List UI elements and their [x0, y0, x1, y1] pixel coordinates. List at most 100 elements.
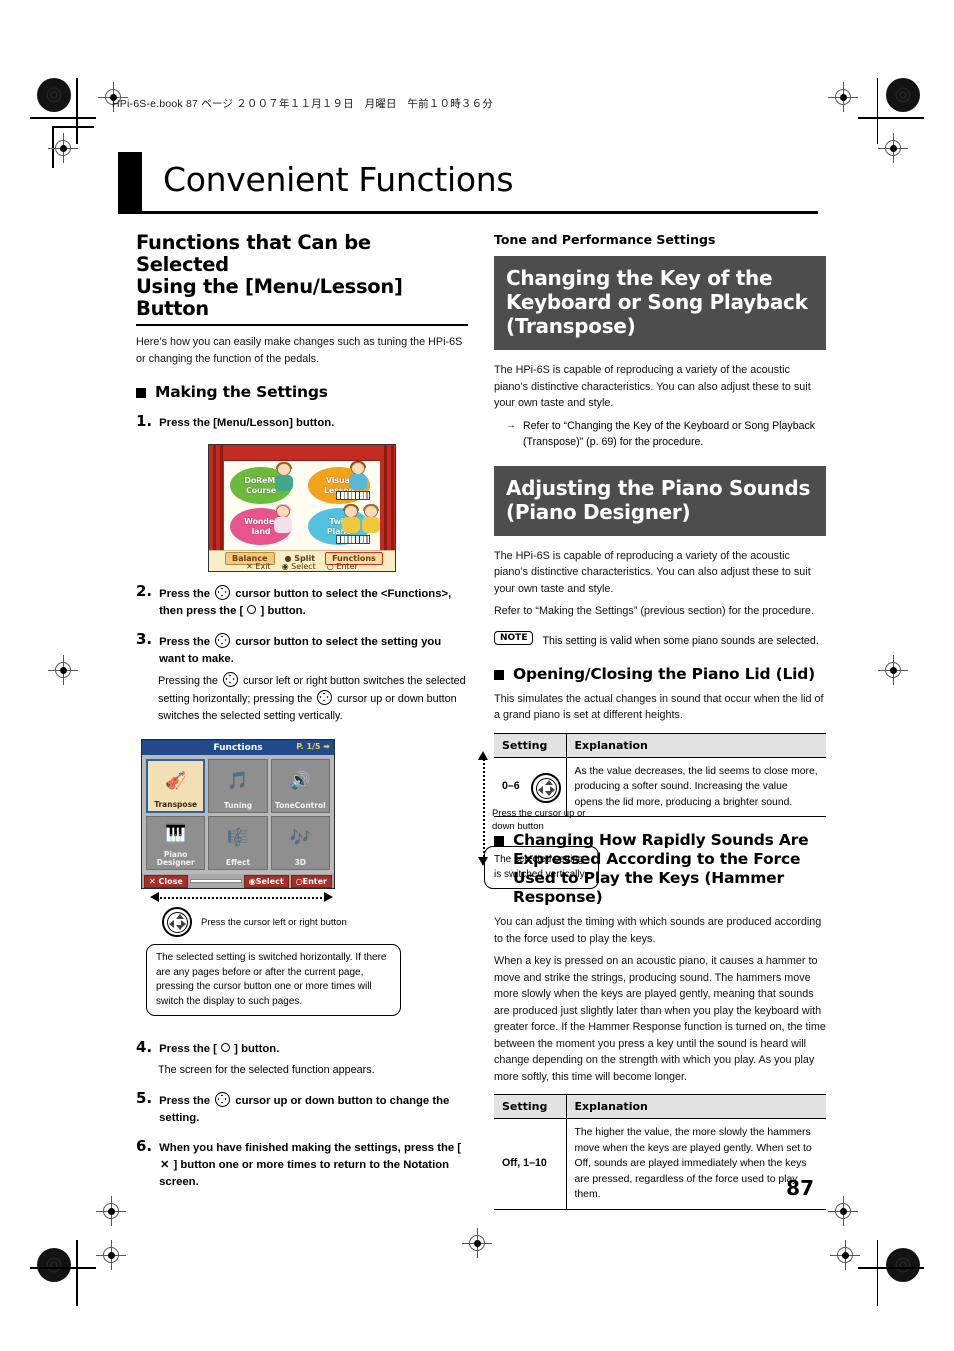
function-cell-label: Tuning — [223, 801, 253, 810]
subheading-label: Opening/Closing the Piano Lid (Lid) — [513, 664, 816, 683]
step-number: 5. — [136, 1089, 153, 1107]
crop-mark — [30, 1267, 96, 1269]
horizontal-callout: Press the cursor left or right button — [162, 907, 347, 937]
curtain-top — [209, 445, 395, 461]
keyboard-illustration — [336, 491, 370, 500]
function-cell-3d[interactable]: 🎶 3D — [270, 816, 330, 870]
note-block: NOTE This setting is valid when some pia… — [494, 630, 826, 649]
function-cell-piano-designer[interactable]: 🎹 Piano Designer — [146, 816, 206, 870]
hammer-settings-table: Setting Explanation Off, 1–10 The higher… — [494, 1094, 826, 1210]
functions-screen-block: Functions P. 1/5 ➡ 🎻 Transpose 🎵 Tuning … — [136, 739, 599, 1016]
table-row: Off, 1–10 The higher the value, the more… — [494, 1118, 826, 1210]
step-text: Press the cursor button to select the <F… — [159, 583, 468, 620]
cell-explanation: As the value decreases, the lid seems to… — [566, 757, 826, 817]
page-number: 87 — [786, 1176, 814, 1200]
hammer-body-2: When a key is pressed on an acoustic pia… — [494, 955, 826, 1083]
hint-select: ◉ Select — [281, 562, 316, 571]
functions-title: Functions — [213, 742, 263, 753]
registration-target — [878, 133, 908, 163]
crop-mark — [858, 117, 924, 119]
piano-designer-body: The HPi-6S is capable of reproducing a v… — [494, 549, 811, 595]
speaker-tone-icon: 🔊 — [289, 771, 311, 791]
status-select-button[interactable]: ◉Select — [243, 874, 289, 888]
step-6: 6. When you have finished making the set… — [136, 1138, 468, 1191]
function-cell-label: Effect — [225, 858, 251, 867]
table-row: 0–6 As the value decreases, the lid seem… — [494, 757, 826, 817]
step-number: 1. — [136, 412, 153, 430]
menu-screen-illustration: DoReMi Course Visual Lesson Wonder land Twi… — [208, 444, 396, 572]
function-cell-transpose[interactable]: 🎻 Transpose — [146, 759, 206, 813]
table-header-row: Setting Explanation — [494, 1094, 826, 1119]
function-cell-label: 3D — [294, 858, 307, 867]
chapter-accent-bar — [118, 152, 142, 214]
subheading-piano-lid: Opening/Closing the Piano Lid (Lid) — [494, 665, 826, 684]
section-heading-line1: Functions that Can be Selected — [136, 231, 371, 276]
step-text: Press the [Menu/Lesson] button. — [159, 417, 335, 429]
book-file-line: HPi-6S-e.book 87 ページ ２００７年１１月１９日 月曜日 午前１… — [112, 98, 494, 110]
registration-target — [48, 655, 78, 685]
crop-mark — [876, 1240, 878, 1306]
curtain-left — [209, 445, 224, 552]
crop-mark — [858, 1267, 924, 1269]
horizontal-callout-box: The selected setting is switched horizon… — [146, 944, 401, 1016]
step-text: Press the cursor button to select the se… — [159, 631, 468, 668]
step-3: 3. Press the cursor button to select the… — [136, 631, 468, 668]
step-1: 1. Press the [Menu/Lesson] button. — [136, 413, 468, 432]
step-number: 6. — [136, 1137, 153, 1155]
registration-target — [830, 1240, 860, 1270]
status-enter-button[interactable]: ○Enter — [290, 874, 332, 888]
function-cell-tuning[interactable]: 🎵 Tuning — [208, 759, 268, 813]
function-cell-effect[interactable]: 🎼 Effect — [208, 816, 268, 870]
transpose-body: The HPi-6S is capable of reproducing a v… — [494, 364, 811, 409]
halftone-circle-bottom-left — [37, 1248, 71, 1282]
3d-piano-icon: 🎶 — [289, 828, 311, 848]
functions-screen-illustration: Functions P. 1/5 ➡ 🎻 Transpose 🎵 Tuning … — [141, 739, 335, 889]
keyboard-illustration — [336, 535, 370, 544]
cell-setting: Off, 1–10 — [494, 1118, 567, 1210]
subheading-label: Changing How Rapidly Sounds Are Expresse… — [513, 831, 809, 906]
crop-mark — [76, 1240, 78, 1306]
banner-transpose: Changing the Key of the Keyboard or Song… — [494, 256, 826, 350]
banner-piano-designer: Adjusting the Piano Sounds (Piano Design… — [494, 465, 826, 536]
menu-hint-row: ✕ Exit ◉ Select ○ Enter — [209, 562, 395, 571]
piano-designer-reference: Refer to “Making the Settings” (previous… — [494, 605, 814, 617]
arrow-left-head — [150, 892, 159, 902]
arrow-right-head — [324, 892, 333, 902]
hammer-body-1: You can adjust the timing with which sou… — [494, 916, 822, 945]
function-cell-label: ToneControl — [274, 801, 326, 810]
right-column: Tone and Performance Settings Changing t… — [494, 232, 826, 1222]
step-text: Press the cursor up or down button to ch… — [159, 1090, 468, 1127]
square-bullet-icon — [136, 388, 146, 398]
cursor-dpad-icon — [162, 907, 192, 937]
registration-target — [828, 82, 858, 112]
lid-body: This simulates the actual changes in sou… — [494, 692, 824, 722]
hint-exit: ✕ Exit — [246, 562, 271, 571]
step-4: 4. Press the [ ] button. — [136, 1039, 468, 1058]
hint-enter: ○ Enter — [326, 562, 358, 571]
section-heading-line2: Using the [Menu/Lesson] Button — [136, 275, 403, 320]
enter-button-icon — [247, 605, 257, 614]
cursor-pad-icon — [317, 690, 333, 705]
tuning-fork-icon: 🎵 — [227, 771, 249, 791]
menu-stage: DoReMi Course Visual Lesson Wonder land Twi… — [224, 461, 380, 552]
horizontal-callout-caption: Press the cursor left or right button — [201, 916, 347, 928]
function-cell-tonecontrol[interactable]: 🔊 ToneControl — [270, 759, 330, 813]
fairy-illustration — [271, 504, 295, 535]
child-illustration — [346, 461, 370, 492]
arrow-up-head — [478, 751, 488, 760]
cursor-pad-icon — [223, 672, 239, 687]
table-header-row: Setting Explanation — [494, 732, 826, 758]
step-text: Press the [ ] button. — [159, 1043, 280, 1055]
column-header-explanation: Explanation — [566, 1094, 826, 1119]
child-illustration — [272, 462, 296, 493]
functions-title-bar: Functions P. 1/5 ➡ — [142, 740, 334, 755]
step-4-note: The screen for the selected function app… — [158, 1064, 375, 1076]
step-5: 5. Press the cursor up or down button to… — [136, 1090, 468, 1127]
status-close-button[interactable]: ✕ Close — [144, 874, 188, 888]
registration-target — [828, 1196, 858, 1226]
note-text: This setting is valid when some piano so… — [542, 634, 819, 647]
registration-target — [48, 133, 78, 163]
left-column: Functions that Can be Selected Using the… — [136, 231, 599, 1195]
transpose-cross-reference: → Refer to “Changing the Key of the Keyb… — [506, 418, 826, 450]
lid-settings-table: Setting Explanation 0–6 As the value dec… — [494, 732, 826, 818]
